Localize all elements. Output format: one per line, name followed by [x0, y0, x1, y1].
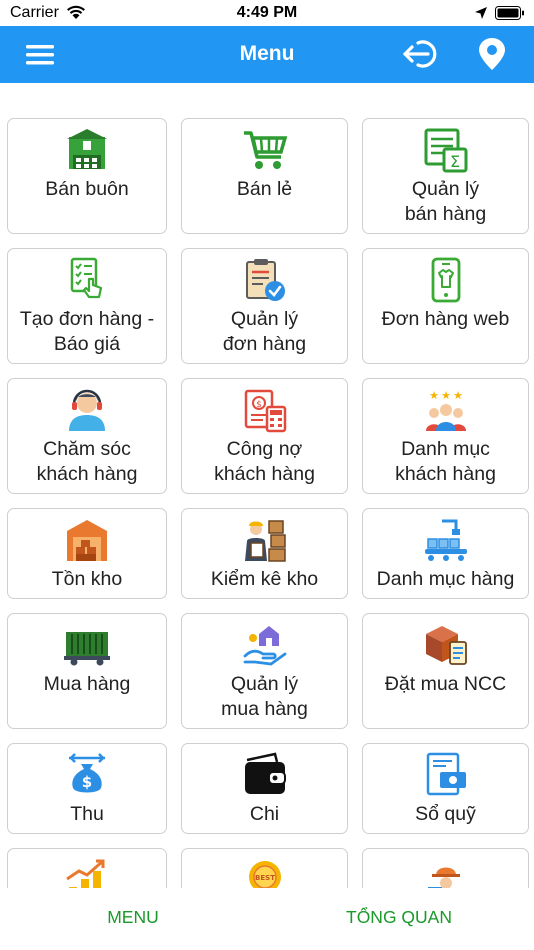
tile-label: Danh mục khách hàng — [395, 438, 496, 485]
conveyor-boxes-icon — [424, 519, 467, 561]
svg-text:★: ★ — [441, 389, 451, 402]
tile-dat-mua-ncc[interactable]: Đặt mua NCC — [362, 613, 529, 729]
navigation-bar: Menu — [0, 26, 534, 83]
growth-chart-icon — [66, 859, 105, 888]
status-bar: Carrier 4:49 PM — [0, 0, 534, 26]
svg-text:BEST: BEST — [255, 874, 275, 882]
tile-quan-ly-don-hang[interactable]: Quản lý đơn hàng — [181, 248, 348, 364]
tile-label: Sổ quỹ — [415, 803, 476, 825]
tab-overview[interactable]: TỔNG QUAN — [299, 907, 499, 928]
tile-ban-le[interactable]: Bán lẻ — [181, 118, 348, 234]
svg-text:★: ★ — [429, 389, 439, 402]
tile-so-quy[interactable]: Sổ quỹ — [362, 743, 529, 834]
tile-label: Chăm sóc khách hàng — [36, 438, 138, 485]
cash-ledger-icon — [426, 752, 466, 796]
location-arrow-icon — [475, 7, 487, 19]
svg-text:Σ: Σ — [449, 152, 459, 171]
tile-label: Chi — [249, 803, 280, 825]
shopping-cart-icon — [243, 131, 287, 169]
freight-car-icon — [64, 632, 110, 666]
svg-text:★: ★ — [453, 389, 463, 402]
clipboard-check-icon — [245, 259, 285, 301]
warehouse-icon — [67, 129, 107, 169]
clock: 4:49 PM — [236, 4, 298, 21]
tile-mua-hang[interactable]: Mua hàng — [7, 613, 167, 729]
tile-label: Đặt mua NCC — [384, 673, 507, 695]
spreadsheet-sum-icon: Σ — [424, 128, 467, 173]
tile-label: Tồn kho — [51, 568, 123, 590]
tile-quan-ly-mua-hang[interactable]: Quản lý mua hàng — [181, 613, 348, 729]
delivery-person-icon — [427, 867, 460, 888]
tile-ton-kho[interactable]: Tồn kho — [7, 508, 167, 599]
tile-danh-muc-khach-hang[interactable]: ★ ★ ★ Danh mục khách hàng — [362, 378, 529, 494]
tile-thu[interactable]: $ Thu — [7, 743, 167, 834]
tile-quan-ly-ban-hang[interactable]: Σ Quản lý bán hàng — [362, 118, 529, 234]
tile-label: Tạo đơn hàng - Báo giá — [19, 308, 155, 355]
battery-icon — [495, 6, 524, 20]
wallet-icon — [244, 752, 286, 794]
bottom-tab-bar: MENU TỔNG QUAN — [0, 888, 534, 950]
tile-label: Quản lý bán hàng — [404, 178, 487, 225]
tile-label: Bán lẻ — [236, 178, 293, 200]
location-pin-icon[interactable] — [474, 36, 510, 72]
tile-label: Quản lý mua hàng — [221, 673, 308, 720]
menu-grid: Bán buôn Bán lẻ Σ Quản lý bán hàng Tạo đ… — [0, 83, 534, 888]
logout-icon[interactable] — [402, 37, 442, 71]
tile-label: Quản lý đơn hàng — [222, 308, 307, 355]
support-agent-icon — [69, 389, 105, 431]
hand-house-icon — [243, 626, 286, 666]
checklist-tap-icon — [70, 257, 103, 299]
page-title: Menu — [239, 42, 295, 65]
tile-ban-buon[interactable]: Bán buôn — [7, 118, 167, 234]
svg-text:$: $ — [256, 400, 262, 410]
storage-building-icon — [67, 520, 107, 561]
tile-label: Kiểm kê kho — [210, 568, 319, 590]
svg-text:$: $ — [82, 773, 92, 791]
best-badge-icon: BEST — [248, 861, 281, 888]
tile-label: Đơn hàng web — [381, 308, 510, 330]
box-checklist-icon — [425, 626, 467, 665]
customer-stars-icon: ★ ★ ★ — [425, 389, 466, 431]
tile-danh-muc-hang[interactable]: Danh mục hàng — [362, 508, 529, 599]
tile-label: Bán buôn — [45, 178, 129, 200]
tile-don-hang-web[interactable]: Đơn hàng web — [362, 248, 529, 364]
tile-chi[interactable]: Chi — [181, 743, 348, 834]
tile-kiem-ke-kho[interactable]: Kiểm kê kho — [181, 508, 348, 599]
money-bag-icon: $ — [69, 753, 105, 793]
tile-cham-soc-khach-hang[interactable]: Chăm sóc khách hàng — [7, 378, 167, 494]
tile-label: Mua hàng — [43, 673, 131, 695]
tile-cong-no-khach-hang[interactable]: $ Công nợ khách hàng — [181, 378, 348, 494]
worker-boxes-icon — [244, 520, 286, 562]
tile-best-badge[interactable]: BEST — [181, 848, 348, 888]
tile-label: Danh mục hàng — [376, 568, 515, 590]
tile-label: Công nợ khách hàng — [214, 438, 315, 485]
tile-delivery[interactable] — [362, 848, 529, 888]
phone-shirt-icon — [431, 257, 460, 303]
invoice-calculator-icon: $ — [244, 389, 286, 433]
tile-tao-don-hang[interactable]: Tạo đơn hàng - Báo giá — [7, 248, 167, 364]
tile-label: Thu — [70, 803, 104, 825]
tile-growth-chart[interactable] — [7, 848, 167, 888]
tab-menu[interactable]: MENU — [33, 907, 233, 928]
